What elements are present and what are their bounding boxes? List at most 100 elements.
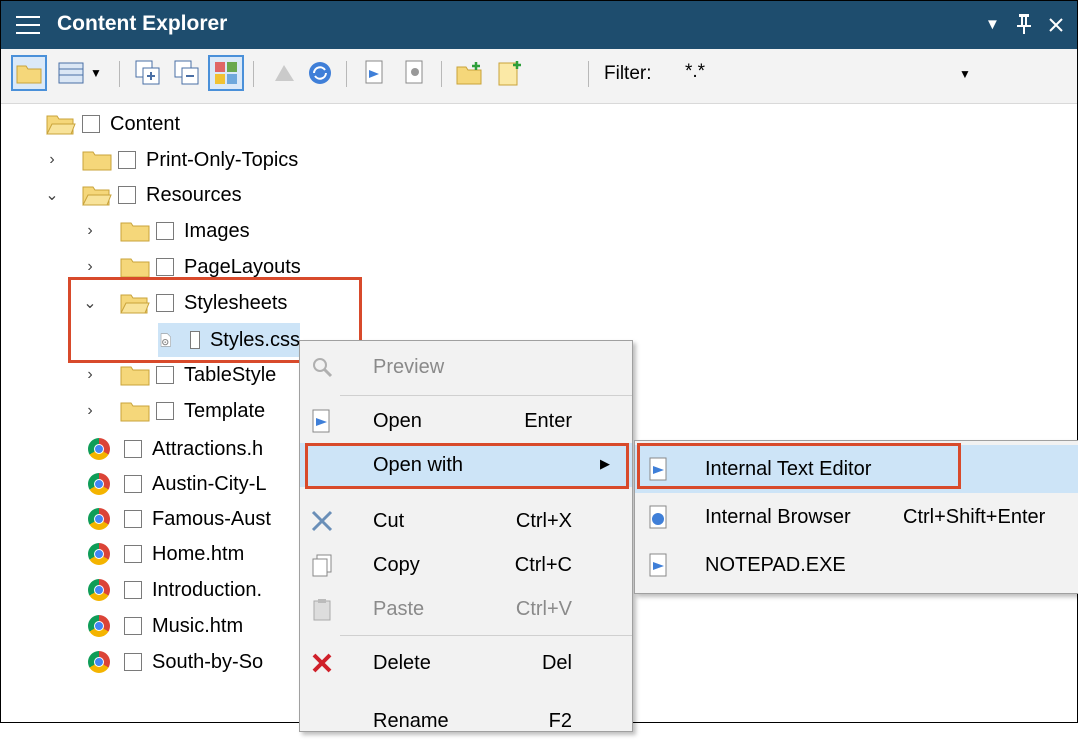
callout-box [637, 443, 961, 489]
checkbox[interactable] [124, 475, 142, 493]
open-button[interactable] [359, 57, 391, 89]
expand-all-button[interactable] [132, 57, 164, 89]
menu-item-shortcut: Enter [524, 410, 572, 432]
menu-item-paste[interactable]: Paste Ctrl+V [300, 587, 632, 631]
tree-item-label: Famous-Aust [152, 507, 271, 530]
browser-icon [649, 505, 667, 529]
folder-view-button[interactable] [11, 55, 47, 91]
tree-item[interactable]: › Print-Only-Topics [40, 143, 298, 177]
tree-item-label: Home.htm [152, 542, 245, 565]
filter-label: Filter: [604, 63, 652, 84]
dropdown-arrow-icon[interactable]: ▼ [985, 16, 1000, 33]
chevron-down-icon[interactable]: ⌄ [40, 183, 64, 207]
tree-item[interactable]: Austin-City-L [88, 467, 266, 501]
sync-button[interactable] [304, 57, 336, 89]
toolbar: ▼ Filter: *.* ▼ [1, 49, 1077, 104]
paste-icon [313, 599, 331, 621]
open-folder-icon [82, 186, 112, 206]
scissors-icon [311, 510, 333, 532]
tree-item[interactable]: › Images [78, 214, 250, 248]
tree-item[interactable]: › TableStyle [78, 358, 276, 392]
tree-item-label: South-by-So [152, 650, 264, 673]
new-file-icon [498, 61, 521, 86]
hamburger-icon[interactable] [15, 12, 41, 38]
open-document-icon [365, 60, 383, 84]
menu-item-label: Paste [373, 598, 425, 620]
tile-view-button[interactable] [208, 55, 244, 91]
menu-item-delete[interactable]: Delete Del [300, 641, 632, 685]
title-bar: Content Explorer ▼ [1, 1, 1077, 49]
menu-item-open[interactable]: Open Enter [300, 399, 632, 443]
context-menu: Preview Open Enter Open with ▶ Cut Ctrl+… [299, 340, 633, 732]
checkbox[interactable] [118, 186, 136, 204]
delete-icon [312, 653, 332, 673]
menu-item-label: Cut [373, 510, 405, 532]
tree-item[interactable]: Attractions.h [88, 432, 263, 466]
new-folder-button[interactable] [454, 57, 486, 89]
folder-icon [82, 151, 112, 171]
checkbox[interactable] [124, 581, 142, 599]
pin-icon[interactable] [1016, 13, 1032, 35]
chevron-right-icon[interactable]: › [78, 255, 102, 279]
table-view-button[interactable] [55, 57, 87, 89]
menu-item-shortcut: Ctrl+C [514, 554, 572, 576]
tree-item[interactable]: Music.htm [88, 609, 243, 643]
chevron-right-icon[interactable]: › [78, 399, 102, 423]
tree-item[interactable]: Introduction. [88, 573, 262, 607]
window-title: Content Explorer [57, 12, 228, 35]
checkbox[interactable] [82, 115, 100, 133]
chevron-right-icon[interactable]: › [78, 219, 102, 243]
view-dropdown-icon[interactable]: ▼ [86, 57, 106, 89]
collapse-all-button[interactable] [171, 57, 203, 89]
chrome-icon [88, 579, 110, 601]
chevron-right-icon[interactable]: › [40, 148, 64, 172]
chrome-icon [88, 438, 110, 460]
filter-input[interactable]: *.* [685, 61, 705, 83]
bind-icon [275, 65, 294, 81]
checkbox[interactable] [124, 617, 142, 635]
tree-item[interactable]: Famous-Aust [88, 502, 271, 536]
tree-item[interactable]: ⌄ Resources [40, 178, 242, 212]
checkbox[interactable] [124, 653, 142, 671]
tree-item-label: Resources [146, 183, 242, 206]
menu-item-copy[interactable]: Copy Ctrl+C [300, 543, 632, 587]
tree-item-label: Content [110, 112, 181, 135]
checkbox[interactable] [156, 402, 174, 420]
submenu-item-notepad[interactable]: NOTEPAD.EXE [635, 541, 1078, 589]
tree-item-label: Austin-City-L [152, 472, 267, 495]
close-icon[interactable] [1048, 17, 1064, 33]
folder-icon [16, 65, 42, 84]
chrome-icon [88, 651, 110, 673]
menu-item-rename[interactable]: Rename F2 [300, 699, 632, 743]
new-file-button[interactable] [494, 57, 526, 89]
tree-item[interactable]: Home.htm [88, 537, 244, 571]
checkbox[interactable] [124, 510, 142, 528]
properties-button[interactable] [399, 57, 431, 89]
callout-box [305, 443, 629, 489]
chevron-right-icon[interactable]: › [78, 363, 102, 387]
checkbox[interactable] [156, 222, 174, 240]
chrome-icon [88, 473, 110, 495]
tree-item-label: Introduction. [152, 578, 263, 601]
menu-item-cut[interactable]: Cut Ctrl+X [300, 499, 632, 543]
submenu-item-label: Internal Browser [705, 506, 851, 528]
tree-item[interactable]: Content [46, 107, 180, 141]
filter-dropdown-icon[interactable]: ▼ [959, 67, 971, 81]
checkbox[interactable] [156, 258, 174, 276]
submenu-item-internal-browser[interactable]: Internal Browser Ctrl+Shift+Enter [635, 493, 1078, 541]
bind-button[interactable] [269, 57, 301, 89]
checkbox[interactable] [118, 151, 136, 169]
checkbox[interactable] [124, 440, 142, 458]
tree-item-label: Print-Only-Topics [146, 148, 299, 171]
menu-item-preview[interactable]: Preview [300, 345, 632, 389]
tree-item-label: PageLayouts [184, 255, 301, 278]
menu-item-shortcut: F2 [548, 710, 572, 732]
tree-item[interactable]: › Template [78, 394, 265, 428]
tree-item[interactable]: South-by-So [88, 645, 263, 679]
tree-item-label: Images [184, 219, 250, 242]
new-folder-icon [456, 62, 482, 85]
grid-icon [215, 62, 237, 84]
chrome-icon [88, 615, 110, 637]
checkbox[interactable] [156, 366, 174, 384]
checkbox[interactable] [124, 545, 142, 563]
